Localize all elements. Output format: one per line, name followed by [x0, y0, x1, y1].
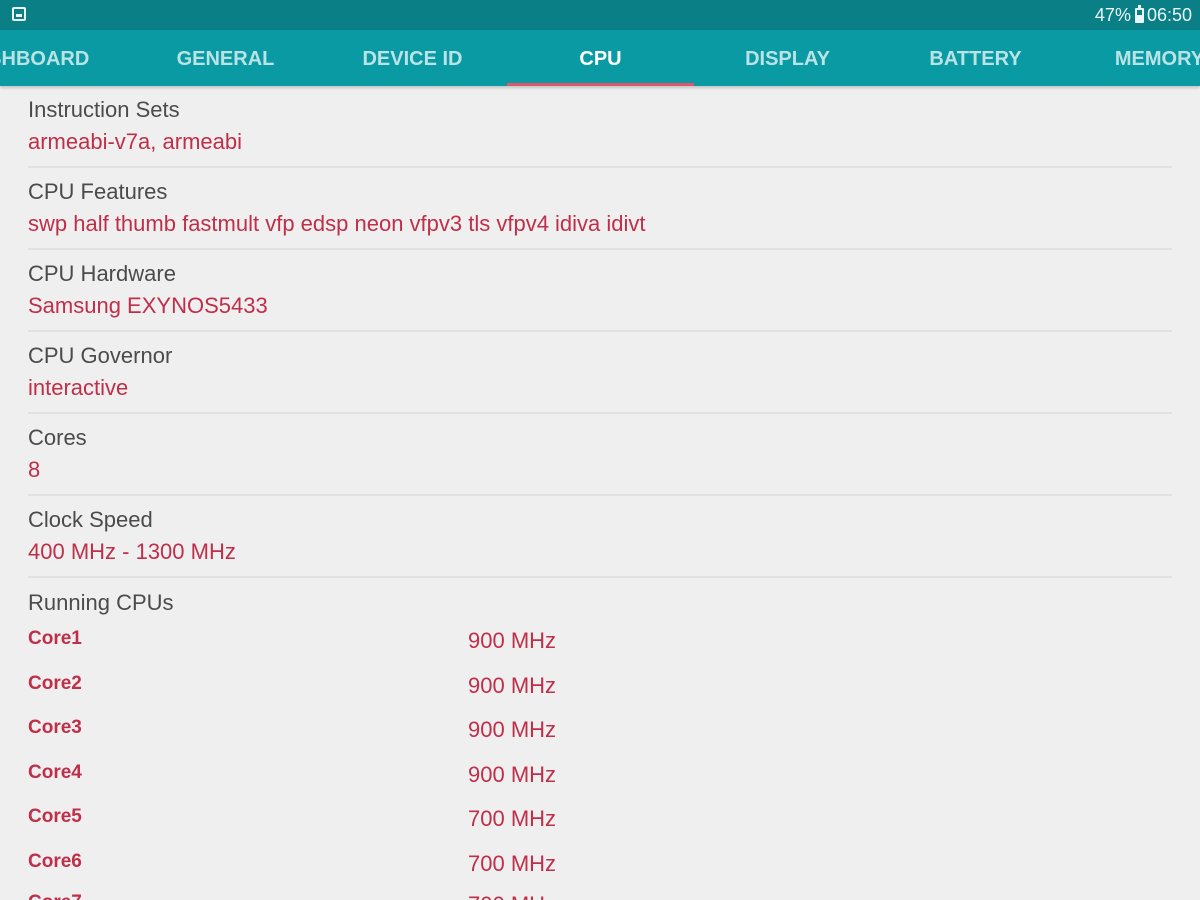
info-row-cpu-governor: CPU Governor interactive: [28, 332, 1172, 414]
info-row-clock-speed: Clock Speed 400 MHz - 1300 MHz: [28, 496, 1172, 578]
tab-bar: ASHBOARD GENERAL DEVICE ID CPU DISPLAY B…: [0, 30, 1200, 86]
core-row-2: Core2 900 MHz: [28, 673, 828, 717]
battery-icon: [1134, 4, 1144, 23]
core-name: Core7: [28, 892, 82, 900]
tab-general[interactable]: GENERAL: [132, 30, 319, 86]
core-row-7: Core7 700 MHz: [28, 892, 828, 900]
clock-time: 06:50: [1146, 5, 1192, 25]
info-row-cpu-features: CPU Features swp half thumb fastmult vfp…: [28, 168, 1172, 250]
core-speed: 900 MHz: [468, 762, 557, 787]
row-value: armeabi-v7a, armeabi: [28, 129, 242, 154]
core-row-4: Core4 900 MHz: [28, 762, 828, 806]
row-value: 8: [28, 457, 41, 482]
core-row-6: Core6 700 MHz: [28, 851, 828, 895]
tab-battery[interactable]: BATTERY: [882, 30, 1069, 86]
row-value: Samsung EXYNOS5433: [28, 293, 268, 318]
core-speed: 900 MHz: [468, 673, 557, 698]
core-speed: 900 MHz: [468, 628, 557, 653]
running-cpus-title: Running CPUs: [28, 590, 174, 615]
row-title: CPU Features: [28, 179, 168, 204]
info-row-cores: Cores 8: [28, 414, 1172, 496]
core-name: Core3: [28, 717, 82, 738]
battery-percentage: 47%: [1094, 5, 1131, 25]
core-name: Core5: [28, 806, 82, 827]
gallery-icon: [12, 7, 26, 21]
core-name: Core4: [28, 762, 82, 783]
row-value: interactive: [28, 375, 129, 400]
tab-device-id[interactable]: DEVICE ID: [319, 30, 506, 86]
info-row-cpu-hardware: CPU Hardware Samsung EXYNOS5433: [28, 250, 1172, 332]
status-right-group: 47% 06:50: [1094, 4, 1192, 25]
core-speed: 700 MHz: [468, 892, 556, 900]
status-bar: 47% 06:50: [0, 0, 1200, 30]
row-title: Instruction Sets: [28, 97, 180, 122]
row-title: CPU Hardware: [28, 261, 176, 286]
core-row-5: Core5 700 MHz: [28, 806, 828, 850]
core-speed: 900 MHz: [468, 717, 557, 742]
row-value: 400 MHz - 1300 MHz: [28, 539, 236, 564]
tab-cpu[interactable]: CPU: [507, 30, 694, 86]
core-row-1: Core1 900 MHz: [28, 628, 828, 672]
row-title: Clock Speed: [28, 507, 153, 532]
core-name: Core6: [28, 851, 82, 872]
core-name: Core1: [28, 628, 82, 649]
tab-dashboard[interactable]: ASHBOARD: [0, 30, 125, 86]
tab-memory[interactable]: MEMORY: [1066, 30, 1200, 86]
tab-display[interactable]: DISPLAY: [694, 30, 881, 86]
row-title: Cores: [28, 425, 87, 450]
core-row-3: Core3 900 MHz: [28, 717, 828, 761]
info-row-instruction-sets: Instruction Sets armeabi-v7a, armeabi: [28, 86, 1172, 168]
core-speed: 700 MHz: [468, 806, 557, 831]
row-title: CPU Governor: [28, 343, 173, 368]
cpu-info-list[interactable]: Instruction Sets armeabi-v7a, armeabi CP…: [0, 86, 1200, 900]
core-name: Core2: [28, 673, 82, 694]
row-value: swp half thumb fastmult vfp edsp neon vf…: [28, 211, 646, 236]
core-speed: 700 MHz: [468, 851, 557, 876]
